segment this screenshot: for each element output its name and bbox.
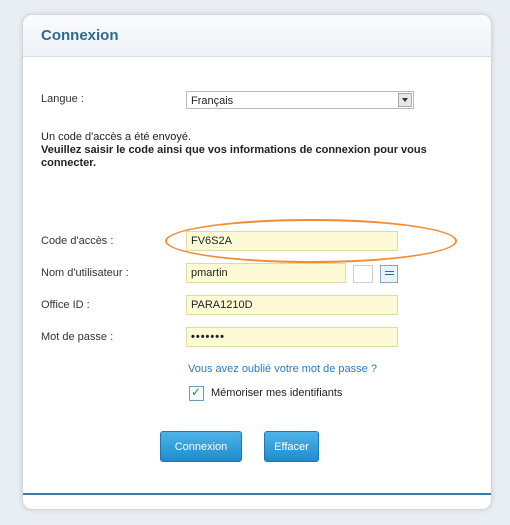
info-line-1: Un code d'accès a été envoyé.	[41, 131, 192, 143]
office-id-label: Office ID :	[41, 299, 90, 311]
panel-title: Connexion	[41, 27, 119, 44]
info-line-2: Veuillez saisir le code ainsi que vos in…	[41, 144, 427, 169]
office-id-input[interactable]: PARA1210D	[186, 295, 398, 315]
forgot-password-link[interactable]: Vous avez oublié votre mot de passe ?	[188, 363, 377, 375]
chevron-down-icon[interactable]	[398, 93, 412, 107]
username-input[interactable]: pmartin	[186, 263, 346, 283]
language-select[interactable]: Français	[186, 91, 414, 109]
panel-header: Connexion	[23, 15, 491, 57]
connect-button[interactable]: Connexion	[160, 431, 242, 462]
clear-button[interactable]: Effacer	[264, 431, 319, 462]
remember-label: Mémoriser mes identifiants	[211, 387, 343, 399]
info-message: Un code d'accès a été envoyé. Veuillez s…	[41, 131, 471, 170]
username-label: Nom d'utilisateur :	[41, 267, 129, 279]
username-aux-box	[353, 265, 373, 283]
highlight-oval	[165, 219, 457, 263]
login-panel: Connexion Langue : Français Un code d'ac…	[22, 14, 492, 510]
password-label: Mot de passe :	[41, 331, 114, 343]
list-icon[interactable]	[380, 265, 398, 283]
language-label: Langue :	[41, 93, 84, 105]
language-selected-value: Français	[191, 95, 234, 107]
footer-divider	[23, 493, 491, 495]
remember-checkbox[interactable]	[189, 385, 204, 401]
access-code-label: Code d'accès :	[41, 235, 114, 247]
password-input[interactable]: •••••••	[186, 327, 398, 347]
